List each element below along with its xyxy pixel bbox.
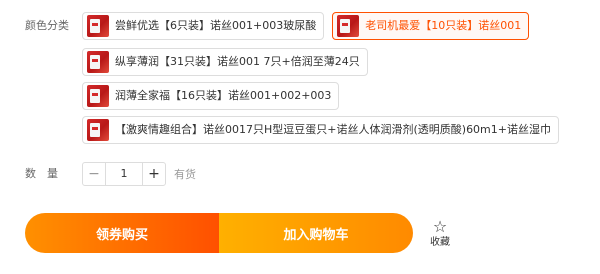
sku-option-label: 纵享薄润【31只装】诺丝001 7只+倍润至薄24只: [115, 55, 360, 68]
quantity-stepper: − 1 +: [82, 162, 166, 186]
sku-option-3[interactable]: 润薄全家福【16只装】诺丝001+002+003: [82, 82, 340, 110]
quantity-decrement-button[interactable]: −: [83, 163, 105, 185]
color-category-label: 颜色分类: [25, 19, 69, 32]
add-to-cart-button[interactable]: 加入购物车: [219, 213, 413, 253]
product-thumbnail: [337, 15, 360, 37]
sku-option-label: 老司机最爱【10只装】诺丝001: [365, 19, 522, 32]
stock-status: 有货: [174, 168, 196, 181]
purchase-actions: 领券购买 加入购物车: [25, 213, 413, 253]
sku-option-label: 【激爽情趣组合】诺丝0017只H型逗豆蛋只+诺丝人体润滑剂(透明质酸)60m1+…: [115, 123, 551, 136]
quantity-label: 数 量: [25, 167, 58, 180]
product-thumbnail: [87, 15, 109, 37]
sku-option-1[interactable]: 老司机最爱【10只装】诺丝001: [332, 12, 530, 40]
sku-option-2[interactable]: 纵享薄润【31只装】诺丝001 7只+倍润至薄24只: [82, 48, 368, 76]
star-icon: ☆: [432, 217, 448, 236]
product-options-panel: 颜色分类 尝鲜优选【6只装】诺丝001+003玻尿酸 老司机最爱【10只装】诺丝…: [0, 0, 600, 274]
quantity-control: − 1 + 有货: [82, 162, 196, 186]
sku-option-4[interactable]: 【激爽情趣组合】诺丝0017只H型逗豆蛋只+诺丝人体润滑剂(透明质酸)60m1+…: [82, 116, 559, 144]
product-thumbnail: [87, 51, 109, 73]
product-thumbnail: [87, 85, 109, 107]
sku-option-label: 润薄全家福【16只装】诺丝001+002+003: [115, 89, 332, 102]
sku-row: 纵享薄润【31只装】诺丝001 7只+倍润至薄24只: [82, 48, 368, 76]
sku-option-0[interactable]: 尝鲜优选【6只装】诺丝001+003玻尿酸: [82, 12, 325, 40]
favorite-button[interactable]: ☆ 收藏: [427, 218, 453, 250]
sku-row: 润薄全家福【16只装】诺丝001+002+003: [82, 82, 340, 110]
quantity-increment-button[interactable]: +: [143, 163, 165, 185]
quantity-input[interactable]: 1: [105, 163, 143, 185]
buy-with-coupon-button[interactable]: 领券购买: [25, 213, 219, 253]
sku-option-label: 尝鲜优选【6只装】诺丝001+003玻尿酸: [115, 19, 317, 32]
sku-row: 【激爽情趣组合】诺丝0017只H型逗豆蛋只+诺丝人体润滑剂(透明质酸)60m1+…: [82, 116, 559, 144]
favorite-label: 收藏: [430, 237, 450, 248]
product-thumbnail: [87, 119, 109, 141]
sku-row: 尝鲜优选【6只装】诺丝001+003玻尿酸 老司机最爱【10只装】诺丝001: [82, 12, 530, 40]
